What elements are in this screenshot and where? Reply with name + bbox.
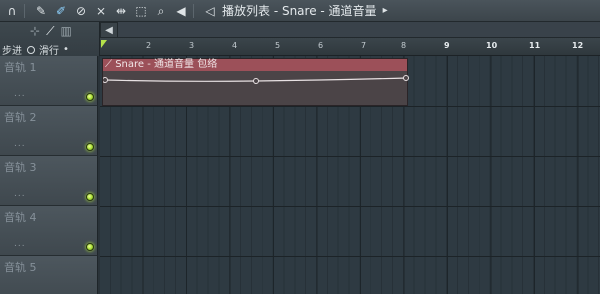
horizontal-scrollbar[interactable]: [118, 22, 600, 38]
ruler-tick: 6: [318, 41, 324, 50]
snap-options: 步进 滑行 •: [2, 42, 69, 57]
title-arrow-icon[interactable]: ▸: [383, 5, 388, 16]
track-enable-led[interactable]: [86, 93, 94, 101]
track-enable-led[interactable]: [86, 243, 94, 251]
envelope-point[interactable]: [103, 77, 108, 83]
track-name: 音轨 4: [4, 211, 37, 224]
playhead-marker[interactable]: [101, 40, 107, 48]
track-options[interactable]: ...: [14, 139, 26, 149]
track-header[interactable]: 音轨 4 ...: [0, 206, 98, 256]
view-mode-icons: ⊹ ⟋ ▥: [30, 24, 72, 39]
ruler-tick: 10: [486, 41, 498, 50]
select-icon[interactable]: ⬚: [133, 3, 149, 19]
automation-clip-icon: ⟋: [105, 59, 112, 70]
automation-envelope[interactable]: [103, 71, 409, 107]
playlist-title: 播放列表 - Snare - 通道音量: [222, 4, 377, 18]
speaker-icon[interactable]: ◁: [202, 3, 218, 19]
track-header[interactable]: 音轨 5: [0, 256, 98, 294]
mute-tool-icon[interactable]: ⨯: [93, 3, 109, 19]
automation-clip-title: Snare - 通道音量 包络: [115, 59, 218, 70]
mute-icon[interactable]: ⊘: [73, 3, 89, 19]
track-name: 音轨 5: [4, 261, 37, 274]
ruler-tick: 11: [529, 41, 541, 50]
track-name: 音轨 3: [4, 161, 37, 174]
ruler-tick: 12: [572, 41, 584, 50]
scroll-left-button[interactable]: ◀: [100, 22, 118, 38]
track-options[interactable]: ...: [14, 89, 26, 99]
track-enable-led[interactable]: [86, 193, 94, 201]
track-enable-led[interactable]: [86, 143, 94, 151]
playlist-toolbar: ∩ ✎ ✐ ⊘ ⨯ ⇹ ⬚ ⌕ ◀ ◁ 播放列表 - Snare - 通道音量 …: [0, 0, 600, 22]
grid-row-separator: [100, 256, 600, 257]
ruler-tick: 8: [401, 41, 407, 50]
step-view-icon[interactable]: ⊹: [30, 24, 40, 39]
ruler-tick: 4: [232, 41, 238, 50]
track-name: 音轨 2: [4, 111, 37, 124]
ruler-tick: 5: [275, 41, 281, 50]
grid-row-separator: [100, 156, 600, 157]
automation-view-icon[interactable]: ⟋: [46, 24, 54, 39]
ruler-tick: 9: [444, 41, 450, 50]
envelope-point[interactable]: [403, 75, 409, 81]
step-label: 步进: [2, 46, 22, 57]
toolbar-separator: [24, 3, 25, 18]
paint-icon[interactable]: ✐: [53, 3, 69, 19]
pencil-icon[interactable]: ✎: [33, 3, 49, 19]
pattern-view-icon[interactable]: ▥: [60, 24, 71, 39]
playback-icon[interactable]: ◀: [173, 3, 189, 19]
timeline-ruler[interactable]: 2 3 4 5 6 7 8 9 10 11 12: [100, 38, 600, 56]
slide-dot-icon[interactable]: •: [63, 44, 69, 55]
envelope-point[interactable]: [253, 78, 259, 84]
grid-row-separator: [100, 206, 600, 207]
ruler-tick: 7: [361, 41, 367, 50]
track-list: 音轨 1 ... 音轨 2 ... 音轨 3 ... 音轨 4 ... 音轨 5: [0, 56, 100, 294]
toolbar-separator: [193, 3, 194, 18]
track-header-panel: ⊹ ⟋ ▥ 步进 滑行 •: [0, 22, 100, 57]
magnet-icon[interactable]: ∩: [4, 3, 20, 19]
automation-clip[interactable]: ⟋ Snare - 通道音量 包络: [102, 58, 409, 107]
track-name: 音轨 1: [4, 61, 37, 74]
ruler-tick: 3: [189, 41, 195, 50]
slip-icon[interactable]: ⇹: [113, 3, 129, 19]
track-options[interactable]: ...: [14, 239, 26, 249]
zoom-icon[interactable]: ⌕: [153, 3, 169, 19]
track-header[interactable]: 音轨 1 ...: [0, 56, 98, 106]
step-radio[interactable]: [27, 45, 35, 54]
track-header[interactable]: 音轨 3 ...: [0, 156, 98, 206]
track-header[interactable]: 音轨 2 ...: [0, 106, 98, 156]
slide-label: 滑行: [39, 46, 59, 57]
ruler-tick: 2: [146, 41, 152, 50]
track-options[interactable]: ...: [14, 189, 26, 199]
automation-clip-header[interactable]: ⟋ Snare - 通道音量 包络: [103, 59, 407, 71]
